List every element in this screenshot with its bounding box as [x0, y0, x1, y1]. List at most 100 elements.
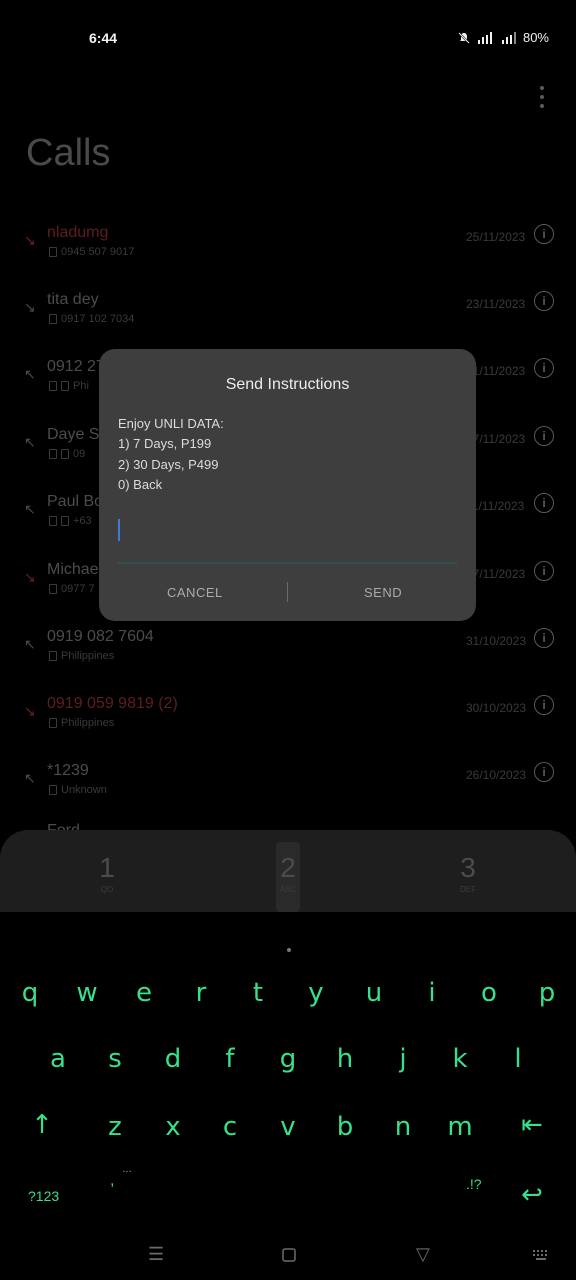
punctuation-key[interactable]: .!? [466, 1176, 482, 1192]
key-r[interactable]: r [181, 978, 221, 1008]
key-m[interactable]: m [440, 1112, 480, 1142]
comma-key[interactable]: , [110, 1172, 114, 1190]
sim-icon [49, 516, 57, 526]
keyboard-icon[interactable] [532, 1246, 550, 1267]
call-date: 30/10/2023 [466, 701, 527, 715]
call-name: *1239 [47, 762, 89, 779]
battery-text: 80% [522, 30, 549, 45]
info-icon[interactable]: i [534, 695, 554, 715]
hd-icon [61, 449, 69, 459]
text-cursor [118, 519, 120, 541]
call-number: Phi [49, 380, 89, 392]
missed-call-icon: ↘ [24, 569, 36, 585]
dialog-message-line: Enjoy UNLI DATA: [118, 416, 224, 431]
dial-key-2[interactable]: 2 ABC [258, 852, 318, 894]
info-icon[interactable]: i [534, 762, 554, 782]
sim-icon [49, 584, 57, 594]
info-icon[interactable]: i [534, 291, 554, 311]
info-icon[interactable]: i [534, 426, 554, 446]
cancel-button[interactable]: CANCEL [167, 585, 223, 600]
dialog-message-line: 1) 7 Days, P199 [118, 436, 212, 451]
menu-icon[interactable]: ☰ [148, 1244, 164, 1265]
missed-call-icon: ↘ [24, 232, 36, 248]
call-name: tita dey [47, 291, 99, 308]
silent-bell-icon [457, 31, 471, 45]
send-button[interactable]: SEND [364, 585, 402, 600]
key-u[interactable]: u [354, 978, 394, 1008]
sim-icon [49, 651, 57, 661]
home-icon[interactable] [282, 1246, 296, 1267]
call-name: Paul Bo [47, 493, 104, 510]
sim-icon [49, 381, 57, 391]
key-s[interactable]: s [95, 1044, 135, 1074]
key-a[interactable]: a [38, 1044, 78, 1074]
key-f[interactable]: f [210, 1044, 250, 1074]
dial-key-3[interactable]: 3 DEF [438, 852, 498, 894]
outgoing-call-icon: ↖ [24, 770, 36, 786]
call-number: +63 [49, 515, 92, 527]
call-number: 0945 507 9017 [49, 246, 134, 258]
outgoing-call-icon: ↖ [24, 366, 36, 382]
navigation-bar: ☰ ▽ [0, 1232, 576, 1280]
enter-key[interactable]: ↩ [512, 1180, 552, 1210]
key-k[interactable]: k [440, 1044, 480, 1074]
key-t[interactable]: t [238, 978, 278, 1008]
key-o[interactable]: o [469, 978, 509, 1008]
key-x[interactable]: x [153, 1112, 193, 1142]
more-options-icon[interactable] [532, 84, 552, 110]
key-g[interactable]: g [268, 1044, 308, 1074]
dialog-message-line: 0) Back [118, 477, 163, 492]
info-icon[interactable]: i [534, 358, 554, 378]
info-icon[interactable]: i [534, 628, 554, 648]
key-d[interactable]: d [153, 1044, 193, 1074]
call-name: Michael [47, 561, 103, 578]
button-divider [287, 582, 288, 602]
key-h[interactable]: h [325, 1044, 365, 1074]
key-y[interactable]: y [296, 978, 336, 1008]
incoming-call-icon: ↘ [24, 299, 36, 315]
signal-icon-2 [501, 31, 517, 45]
back-icon[interactable]: ▽ [416, 1244, 430, 1265]
dial-key-1[interactable]: 1 QO [77, 852, 137, 894]
key-j[interactable]: j [383, 1044, 423, 1074]
outgoing-call-icon: ↖ [24, 501, 36, 517]
call-row[interactable]: ↘ 0919 059 9819 (2) Philippines 30/10/20… [0, 689, 576, 756]
sim-icon [49, 247, 57, 257]
key-c[interactable]: c [210, 1112, 250, 1142]
call-name: 0919 059 9819 (2) [47, 695, 178, 712]
call-row[interactable]: ↖ *1239 Unknown 26/10/2023 i [0, 756, 576, 823]
status-bar: 6:44 80% [0, 0, 576, 76]
key-n[interactable]: n [383, 1112, 423, 1142]
dialpad: 1 QO 2 ABC 3 DEF [0, 830, 576, 912]
call-number: 0977 7 [49, 583, 95, 595]
missed-call-icon: ↘ [24, 703, 36, 719]
key-v[interactable]: v [268, 1112, 308, 1142]
key-l[interactable]: l [498, 1044, 538, 1074]
info-icon[interactable]: i [534, 224, 554, 244]
info-icon[interactable]: i [534, 493, 554, 513]
key-w[interactable]: w [67, 978, 107, 1008]
sim-icon [49, 785, 57, 795]
hd-icon [61, 381, 69, 391]
symbols-key[interactable]: ?123 [28, 1188, 59, 1204]
signal-icon [477, 31, 495, 45]
call-row[interactable]: ↘ nladumg 0945 507 9017 25/11/2023 i [0, 218, 576, 285]
call-date: 23/11/2023 [466, 297, 526, 311]
call-row[interactable]: ↘ tita dey 0917 102 7034 23/11/2023 i [0, 285, 576, 352]
call-name: nladumg [47, 224, 109, 241]
key-e[interactable]: e [124, 978, 164, 1008]
call-row[interactable]: ↖ 0919 082 7604 Philippines 31/10/2023 i [0, 622, 576, 689]
keyboard-handle [287, 948, 291, 952]
info-icon[interactable]: i [534, 561, 554, 581]
key-i[interactable]: i [412, 978, 452, 1008]
key-b[interactable]: b [325, 1112, 365, 1142]
outgoing-call-icon: ↖ [24, 636, 36, 652]
key-z[interactable]: z [95, 1112, 135, 1142]
key-q[interactable]: q [10, 978, 50, 1008]
reply-input[interactable] [117, 515, 457, 547]
key-p[interactable]: p [527, 978, 567, 1008]
call-number: Philippines [49, 650, 114, 662]
shift-key[interactable]: ↑ [22, 1110, 62, 1140]
status-time: 6:44 [89, 30, 118, 46]
backspace-key[interactable]: ⇤ [512, 1110, 552, 1140]
